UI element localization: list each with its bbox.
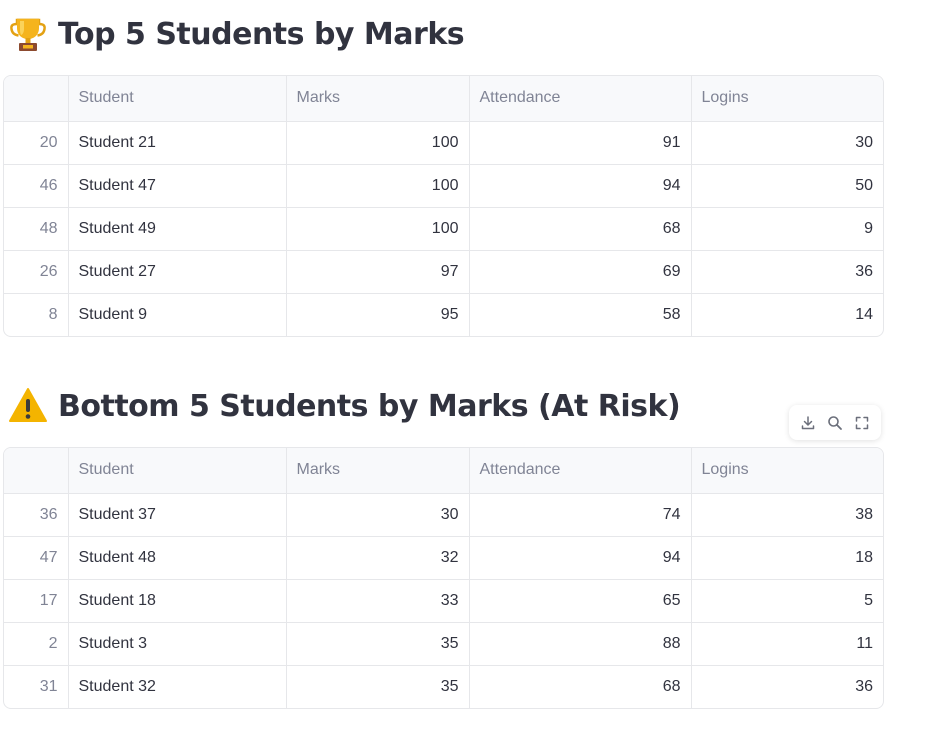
marks-column-header[interactable]: Marks (286, 76, 470, 122)
marks-cell[interactable]: 100 (286, 207, 470, 251)
attendance-cell[interactable]: 94 (469, 164, 692, 208)
attendance-cell[interactable]: 58 (469, 293, 692, 336)
logins-cell[interactable]: 5 (691, 579, 883, 623)
row-index-cell[interactable]: 31 (4, 665, 69, 708)
marks-cell[interactable]: 35 (286, 665, 470, 708)
row-index-cell[interactable]: 36 (4, 493, 69, 537)
bottom-students-title: Bottom 5 Students by Marks (At Risk) (58, 388, 681, 424)
student-cell[interactable]: Student 32 (68, 665, 287, 708)
row-index-cell[interactable]: 46 (4, 164, 69, 208)
table-row[interactable]: 48 Student 49 100 68 9 (4, 207, 883, 251)
logins-cell[interactable]: 38 (691, 493, 883, 537)
table-row[interactable]: 17 Student 18 33 65 5 (4, 579, 883, 623)
search-button[interactable] (825, 413, 845, 433)
table-header-row: Student Marks Attendance Logins (4, 76, 883, 122)
warning-icon (9, 388, 47, 422)
marks-cell[interactable]: 33 (286, 579, 470, 623)
student-cell[interactable]: Student 48 (68, 536, 287, 580)
logins-column-header[interactable]: Logins (691, 448, 883, 494)
table-row[interactable]: 26 Student 27 97 69 36 (4, 250, 883, 294)
row-index-cell[interactable]: 2 (4, 622, 69, 666)
student-cell[interactable]: Student 9 (68, 293, 287, 336)
logins-cell[interactable]: 50 (691, 164, 883, 208)
student-cell[interactable]: Student 27 (68, 250, 287, 294)
marks-cell[interactable]: 100 (286, 164, 470, 208)
fullscreen-icon (855, 416, 868, 429)
marks-cell[interactable]: 30 (286, 493, 470, 537)
trophy-icon (10, 18, 46, 51)
attendance-cell[interactable]: 68 (469, 665, 692, 708)
logins-cell[interactable]: 36 (691, 665, 883, 708)
top-students-title: Top 5 Students by Marks (58, 16, 465, 52)
row-index-cell[interactable]: 8 (4, 293, 69, 336)
student-cell[interactable]: Student 47 (68, 164, 287, 208)
index-column-header[interactable] (4, 448, 69, 494)
attendance-cell[interactable]: 65 (469, 579, 692, 623)
attendance-cell[interactable]: 68 (469, 207, 692, 251)
student-cell[interactable]: Student 21 (68, 121, 287, 165)
attendance-cell[interactable]: 91 (469, 121, 692, 165)
marks-cell[interactable]: 100 (286, 121, 470, 165)
row-index-cell[interactable]: 26 (4, 250, 69, 294)
student-column-header[interactable]: Student (68, 448, 287, 494)
marks-column-header[interactable]: Marks (286, 448, 470, 494)
marks-cell[interactable]: 95 (286, 293, 470, 336)
marks-cell[interactable]: 97 (286, 250, 470, 294)
fullscreen-button[interactable] (852, 413, 872, 433)
table-row[interactable]: 8 Student 9 95 58 14 (4, 293, 883, 336)
logins-cell[interactable]: 18 (691, 536, 883, 580)
table-row[interactable]: 36 Student 37 30 74 38 (4, 493, 883, 537)
table-header-row: Student Marks Attendance Logins (4, 448, 883, 494)
student-cell[interactable]: Student 37 (68, 493, 287, 537)
logins-cell[interactable]: 9 (691, 207, 883, 251)
row-index-cell[interactable]: 48 (4, 207, 69, 251)
marks-cell[interactable]: 35 (286, 622, 470, 666)
attendance-cell[interactable]: 88 (469, 622, 692, 666)
attendance-column-header[interactable]: Attendance (469, 76, 692, 122)
student-column-header[interactable]: Student (68, 76, 287, 122)
logins-cell[interactable]: 11 (691, 622, 883, 666)
download-icon (802, 415, 815, 429)
row-index-cell[interactable]: 17 (4, 579, 69, 623)
bottom-students-heading: Bottom 5 Students by Marks (At Risk) (8, 386, 681, 426)
dashboard-page: Top 5 Students by Marks Student Marks At… (0, 0, 936, 734)
attendance-cell[interactable]: 94 (469, 536, 692, 580)
attendance-cell[interactable]: 69 (469, 250, 692, 294)
top-students-table[interactable]: Student Marks Attendance Logins 20 Stude… (3, 75, 884, 337)
row-index-cell[interactable]: 20 (4, 121, 69, 165)
table-row[interactable]: 2 Student 3 35 88 11 (4, 622, 883, 666)
student-cell[interactable]: Student 3 (68, 622, 287, 666)
top-students-heading: Top 5 Students by Marks (8, 14, 465, 54)
table-row[interactable]: 46 Student 47 100 94 50 (4, 164, 883, 208)
table-row[interactable]: 20 Student 21 100 91 30 (4, 121, 883, 165)
logins-cell[interactable]: 30 (691, 121, 883, 165)
bottom-students-table[interactable]: Student Marks Attendance Logins 36 Stude… (3, 447, 884, 709)
index-column-header[interactable] (4, 76, 69, 122)
table-row[interactable]: 47 Student 48 32 94 18 (4, 536, 883, 580)
row-index-cell[interactable]: 47 (4, 536, 69, 580)
marks-cell[interactable]: 32 (286, 536, 470, 580)
download-button[interactable] (798, 413, 818, 433)
table-toolbar (789, 405, 881, 440)
logins-column-header[interactable]: Logins (691, 76, 883, 122)
table-row[interactable]: 31 Student 32 35 68 36 (4, 665, 883, 708)
logins-cell[interactable]: 36 (691, 250, 883, 294)
student-cell[interactable]: Student 18 (68, 579, 287, 623)
search-icon (828, 415, 842, 430)
logins-cell[interactable]: 14 (691, 293, 883, 336)
attendance-cell[interactable]: 74 (469, 493, 692, 537)
attendance-column-header[interactable]: Attendance (469, 448, 692, 494)
student-cell[interactable]: Student 49 (68, 207, 287, 251)
